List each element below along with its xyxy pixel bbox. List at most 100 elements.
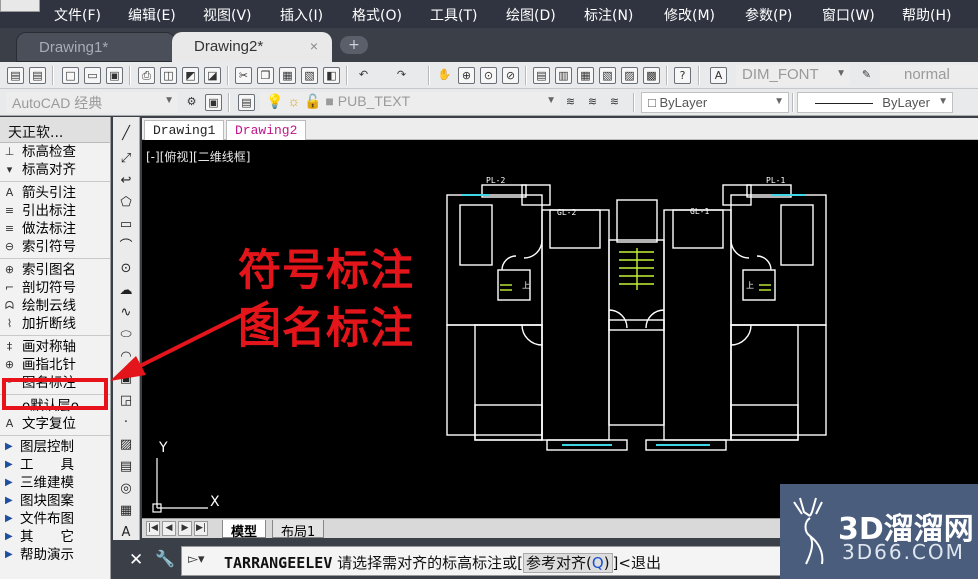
palette-item-arrow-leader[interactable]: A 箭头引注 xyxy=(0,184,110,202)
quickcalc-icon[interactable]: ▩ xyxy=(643,67,660,84)
layer-state-icon[interactable]: ≋ xyxy=(606,94,623,111)
new-tab-button[interactable]: + xyxy=(340,36,368,54)
pdf-icon[interactable]: ▤ xyxy=(7,67,24,84)
design-center-icon[interactable]: ▥ xyxy=(555,67,572,84)
zoom-previous-icon[interactable]: ⊘ xyxy=(502,67,519,84)
menu-file[interactable]: 文件(F) xyxy=(54,5,101,25)
dim-style-select[interactable]: DIM_FONT ▼ xyxy=(736,65,850,86)
layer-properties-icon[interactable]: ▤ xyxy=(238,94,255,111)
layer-previous-icon[interactable]: ≋ xyxy=(584,94,601,111)
sheet-set-icon[interactable]: ▧ xyxy=(599,67,616,84)
polygon-icon[interactable]: ⬠ xyxy=(117,194,135,212)
last-layout-icon[interactable]: ▶| xyxy=(194,521,208,536)
make-current-icon[interactable]: ≋ xyxy=(562,94,579,111)
menu-insert[interactable]: 插入(I) xyxy=(280,5,323,25)
pdf-export-icon[interactable]: ▤ xyxy=(29,67,46,84)
palette-item-index-title[interactable]: ⊕ 索引图名 xyxy=(0,261,110,279)
undo-icon[interactable]: ↶ xyxy=(355,67,372,84)
palette-item-text-reset[interactable]: A 文字复位 xyxy=(0,415,110,433)
open-folder-icon[interactable]: ▭ xyxy=(84,67,101,84)
workspace-select[interactable]: AutoCAD 经典 ▼ xyxy=(6,92,178,113)
menu-window[interactable]: 窗口(W) xyxy=(822,5,875,25)
palette-item-elevation-align[interactable]: ▾ 标高对齐 xyxy=(0,161,110,179)
palette-category-file-layout[interactable]: ▶ 文件布图 xyxy=(0,510,110,528)
color-select[interactable]: □ ByLayer ▼ xyxy=(641,92,789,113)
match-properties-icon[interactable]: ▧ xyxy=(301,67,318,84)
drawing-tab-2[interactable]: Drawing2 xyxy=(226,120,307,140)
palette-item-index-symbol[interactable]: ⊖ 索引符号 xyxy=(0,238,110,256)
table-icon[interactable]: ▦ xyxy=(117,502,135,520)
ellipse-icon[interactable]: ⬭ xyxy=(117,326,135,344)
palette-category-tools[interactable]: ▶ 工 具 xyxy=(0,456,110,474)
tab-drawing2[interactable]: Drawing2* × xyxy=(172,32,332,62)
polyline-icon[interactable]: ↩ xyxy=(117,172,135,190)
zoom-window-icon[interactable]: ⊙ xyxy=(480,67,497,84)
palette-item-method-note[interactable]: ≡ 做法标注 xyxy=(0,220,110,238)
construction-line-icon[interactable]: ⤢ xyxy=(117,150,135,168)
table-style-select[interactable]: normal xyxy=(880,65,978,86)
text-style-icon[interactable]: A xyxy=(710,67,727,84)
block-editor-icon[interactable]: ◧ xyxy=(323,67,340,84)
copy-icon[interactable]: ❐ xyxy=(257,67,274,84)
gradient-icon[interactable]: ▤ xyxy=(117,458,135,476)
first-layout-icon[interactable]: |◀ xyxy=(146,521,160,536)
palette-item-break-line[interactable]: ⌇ 加折断线 xyxy=(0,315,110,333)
workspace-settings-icon[interactable]: ▣ xyxy=(205,94,222,111)
save-icon[interactable]: ▣ xyxy=(106,67,123,84)
cut-icon[interactable]: ✂ xyxy=(235,67,252,84)
menu-tools[interactable]: 工具(T) xyxy=(430,5,477,25)
tab-model[interactable]: 模型 xyxy=(222,520,267,540)
next-layout-icon[interactable]: ▶ xyxy=(178,521,192,536)
new-file-icon[interactable]: □ xyxy=(62,67,79,84)
publish-icon[interactable]: ◩ xyxy=(182,67,199,84)
markup-icon[interactable]: ▨ xyxy=(621,67,638,84)
hatch-icon[interactable]: ▨ xyxy=(117,436,135,454)
palette-category-3d-model[interactable]: ▶ 三维建模 xyxy=(0,474,110,492)
zoom-realtime-icon[interactable]: ⊕ xyxy=(458,67,475,84)
spline-icon[interactable]: ∿ xyxy=(117,304,135,322)
layer-select[interactable]: 💡 ☼ 🔓 ■ PUB_TEXT ▼ xyxy=(260,92,560,113)
menu-edit[interactable]: 编辑(E) xyxy=(128,5,176,25)
palette-category-block-pattern[interactable]: ▶ 图块图案 xyxy=(0,492,110,510)
revcloud-icon[interactable]: ☁ xyxy=(117,282,135,300)
close-icon[interactable]: ✕ xyxy=(129,550,143,570)
drawing-tab-1[interactable]: Drawing1 xyxy=(144,120,225,140)
menu-parametric[interactable]: 参数(P) xyxy=(745,5,792,25)
make-block-icon[interactable]: ◲ xyxy=(117,392,135,410)
menu-help[interactable]: 帮助(H) xyxy=(902,5,951,25)
palette-item-elevation-check[interactable]: ⊥ 标高检查 xyxy=(0,143,110,161)
close-icon[interactable]: × xyxy=(310,38,318,54)
help-icon[interactable]: ? xyxy=(674,67,691,84)
rectangle-icon[interactable]: ▭ xyxy=(117,216,135,234)
menu-format[interactable]: 格式(O) xyxy=(352,5,402,25)
menu-draw[interactable]: 绘图(D) xyxy=(506,5,556,25)
gear-icon[interactable]: ⚙ xyxy=(183,94,200,111)
region-icon[interactable]: ◎ xyxy=(117,480,135,498)
palette-item-revision-cloud[interactable]: ᗣ 绘制云线 xyxy=(0,297,110,315)
palette-category-other[interactable]: ▶ 其 它 xyxy=(0,528,110,546)
menu-dimension[interactable]: 标注(N) xyxy=(584,5,633,25)
prev-layout-icon[interactable]: ◀ xyxy=(162,521,176,536)
tab-layout1[interactable]: 布局1 xyxy=(272,520,325,540)
palette-item-symmetry-axis[interactable]: ‡ 画对称轴 xyxy=(0,338,110,356)
properties-icon[interactable]: ▤ xyxy=(533,67,550,84)
palette-item-section-symbol[interactable]: ⌐ 剖切符号 xyxy=(0,279,110,297)
print-icon[interactable]: ⎙ xyxy=(138,67,155,84)
circle-icon[interactable]: ⊙ xyxy=(117,260,135,278)
point-icon[interactable]: · xyxy=(117,414,135,432)
line-icon[interactable]: ╱ xyxy=(117,125,135,143)
command-prompt-icon[interactable]: ▻▾ xyxy=(188,552,205,567)
palette-category-help-demo[interactable]: ▶ 帮助演示 xyxy=(0,546,110,564)
menu-modify[interactable]: 修改(M) xyxy=(664,5,715,25)
palette-category-layer-control[interactable]: ▶ 图层控制 xyxy=(0,438,110,456)
redo-icon[interactable]: ↷ xyxy=(393,67,410,84)
print-preview-icon[interactable]: ◫ xyxy=(160,67,177,84)
app-button[interactable] xyxy=(0,0,40,12)
command-option-reference-align[interactable]: 参考对齐(Q) xyxy=(523,553,613,573)
palette-item-north-arrow[interactable]: ⊕ 画指北针 xyxy=(0,356,110,374)
tab-drawing1[interactable]: Drawing1* xyxy=(16,32,176,62)
linetype-select[interactable]: ByLayer ▼ xyxy=(797,92,953,113)
plot-icon[interactable]: ◪ xyxy=(204,67,221,84)
tool-palettes-icon[interactable]: ▦ xyxy=(577,67,594,84)
dimension-style-icon[interactable]: ✎ xyxy=(858,67,875,84)
